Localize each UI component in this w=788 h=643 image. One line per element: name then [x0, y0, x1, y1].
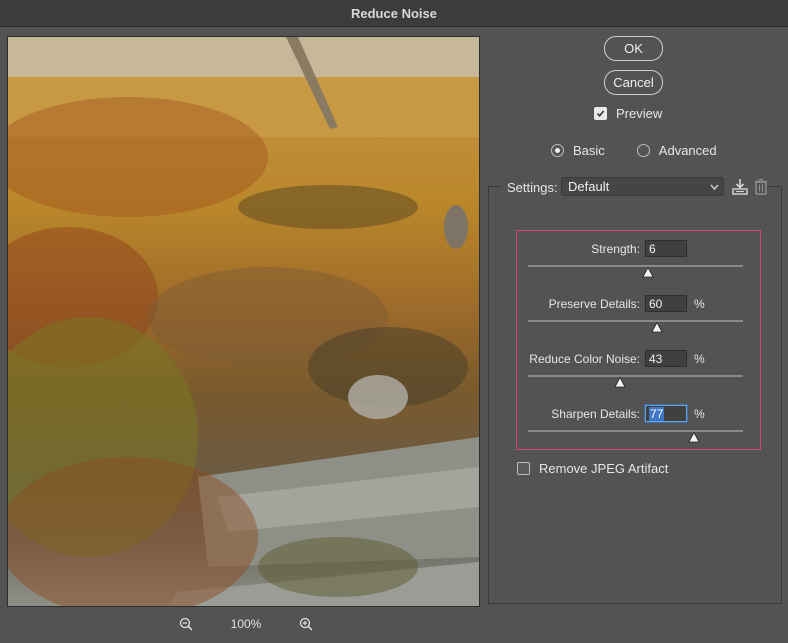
slider-thumb-icon: [642, 267, 655, 278]
settings-value: Default: [568, 179, 610, 194]
slider-thumb-icon: [687, 432, 700, 443]
remove-jpeg-label: Remove JPEG Artifact: [539, 461, 669, 476]
zoom-out-icon[interactable]: [176, 614, 196, 634]
reduce-color-noise-value: 43: [649, 351, 663, 366]
slider-thumb-icon: [651, 322, 663, 333]
save-settings-icon[interactable]: [731, 178, 749, 196]
settings-label: Settings:: [507, 180, 558, 195]
reduce-color-noise-unit: %: [694, 352, 705, 366]
sharpen-details-label: Sharpen Details:: [551, 407, 640, 421]
strength-value: 6: [649, 241, 656, 256]
reduce-color-noise-input[interactable]: 43: [645, 350, 687, 367]
title-bar: Reduce Noise: [0, 0, 788, 27]
preserve-details-slider-track[interactable]: [528, 320, 743, 322]
slider-thumb-icon: [614, 377, 627, 388]
preview-image-art: [8, 37, 479, 606]
preview-image[interactable]: [7, 36, 480, 607]
zoom-in-icon[interactable]: [296, 614, 316, 634]
sharpen-details-input[interactable]: 77: [645, 405, 687, 422]
advanced-radio[interactable]: [636, 144, 650, 157]
preserve-details-value: 60: [649, 296, 663, 311]
preserve-details-input[interactable]: 60: [645, 295, 687, 312]
sharpen-details-value: 77: [649, 406, 665, 421]
radio-dot-icon: [555, 148, 560, 153]
preview-option: Preview: [594, 106, 662, 121]
window-title: Reduce Noise: [351, 5, 437, 21]
preview-label: Preview: [616, 106, 663, 121]
settings-select[interactable]: Default: [561, 177, 724, 196]
chevron-down-icon: [710, 180, 719, 197]
basic-label: Basic: [573, 143, 605, 158]
mode-radio-group: Basic Advanced: [551, 143, 717, 158]
trash-icon[interactable]: [752, 178, 770, 196]
sharpen-details-slider-track[interactable]: [528, 430, 743, 432]
preserve-details-unit: %: [694, 297, 705, 311]
remove-jpeg-checkbox[interactable]: [517, 462, 530, 475]
group-border: [488, 186, 502, 187]
zoom-level: 100%: [230, 617, 262, 631]
reduce-color-noise-slider-track[interactable]: [528, 375, 743, 377]
ok-button[interactable]: OK: [604, 36, 663, 61]
sharpen-details-unit: %: [694, 407, 705, 421]
advanced-label: Advanced: [658, 143, 717, 158]
checkmark-icon: [596, 110, 605, 118]
strength-label: Strength:: [591, 242, 640, 256]
reduce-color-noise-label: Reduce Color Noise:: [529, 352, 640, 366]
preserve-details-label: Preserve Details:: [548, 297, 640, 311]
zoom-bar: 100%: [176, 613, 316, 635]
remove-jpeg-option: Remove JPEG Artifact: [517, 461, 668, 476]
cancel-button[interactable]: Cancel: [604, 70, 663, 95]
strength-slider-track[interactable]: [528, 265, 743, 267]
strength-input[interactable]: 6: [645, 240, 687, 257]
basic-radio[interactable]: [551, 144, 564, 157]
preview-checkbox[interactable]: [594, 107, 607, 120]
